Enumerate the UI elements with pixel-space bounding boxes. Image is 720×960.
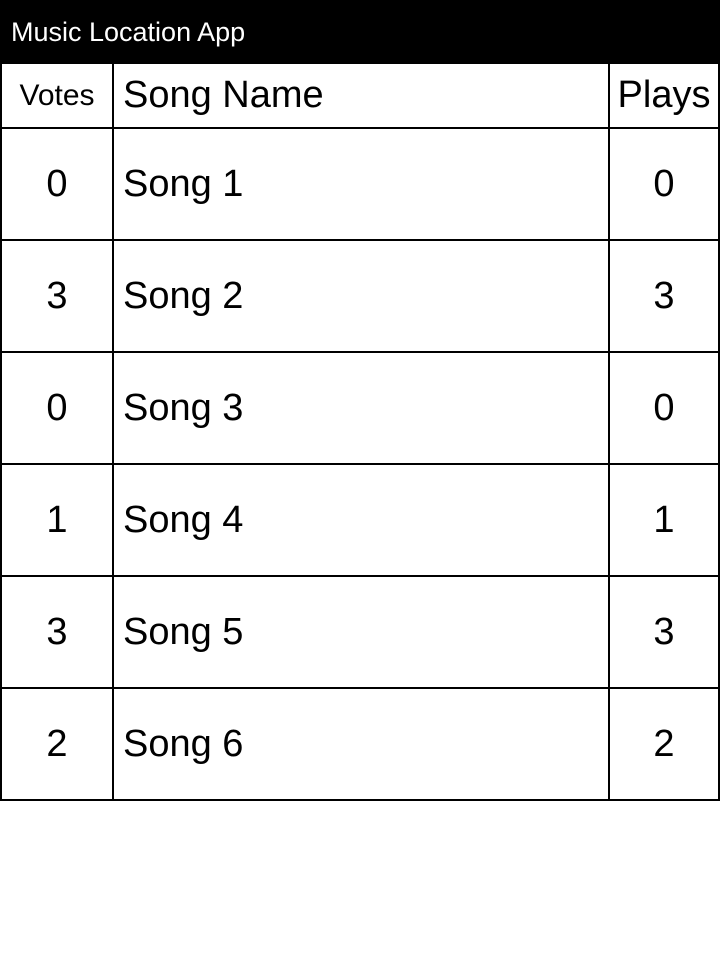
- votes-cell[interactable]: 0: [0, 129, 112, 239]
- song-table: Votes Song Name Plays 0 Song 1 0 3 Song …: [0, 64, 720, 801]
- app-title: Music Location App: [11, 16, 246, 47]
- app-window: Music Location App Votes Song Name Plays…: [0, 0, 720, 960]
- song-name-cell[interactable]: Song 6: [112, 689, 608, 799]
- votes-cell[interactable]: 3: [0, 577, 112, 687]
- song-name-cell[interactable]: Song 3: [112, 353, 608, 463]
- plays-cell: 2: [608, 689, 720, 799]
- plays-cell: 3: [608, 577, 720, 687]
- table-row[interactable]: 3 Song 2 3: [0, 241, 720, 353]
- votes-column-header[interactable]: Votes: [0, 64, 112, 127]
- table-row[interactable]: 0 Song 1 0: [0, 129, 720, 241]
- table-row[interactable]: 0 Song 3 0: [0, 353, 720, 465]
- plays-cell: 3: [608, 241, 720, 351]
- table-row[interactable]: 3 Song 5 3: [0, 577, 720, 689]
- plays-cell: 0: [608, 353, 720, 463]
- table-header-row: Votes Song Name Plays: [0, 64, 720, 129]
- plays-cell: 1: [608, 465, 720, 575]
- votes-cell[interactable]: 1: [0, 465, 112, 575]
- song-name-cell[interactable]: Song 4: [112, 465, 608, 575]
- plays-cell: 0: [608, 129, 720, 239]
- plays-column-header[interactable]: Plays: [608, 64, 720, 127]
- song-name-column-header[interactable]: Song Name: [112, 64, 608, 127]
- table-row[interactable]: 2 Song 6 2: [0, 689, 720, 801]
- table-row[interactable]: 1 Song 4 1: [0, 465, 720, 577]
- votes-cell[interactable]: 0: [0, 353, 112, 463]
- votes-cell[interactable]: 3: [0, 241, 112, 351]
- song-name-cell[interactable]: Song 1: [112, 129, 608, 239]
- song-name-cell[interactable]: Song 2: [112, 241, 608, 351]
- app-titlebar: Music Location App: [0, 0, 720, 64]
- song-name-cell[interactable]: Song 5: [112, 577, 608, 687]
- votes-cell[interactable]: 2: [0, 689, 112, 799]
